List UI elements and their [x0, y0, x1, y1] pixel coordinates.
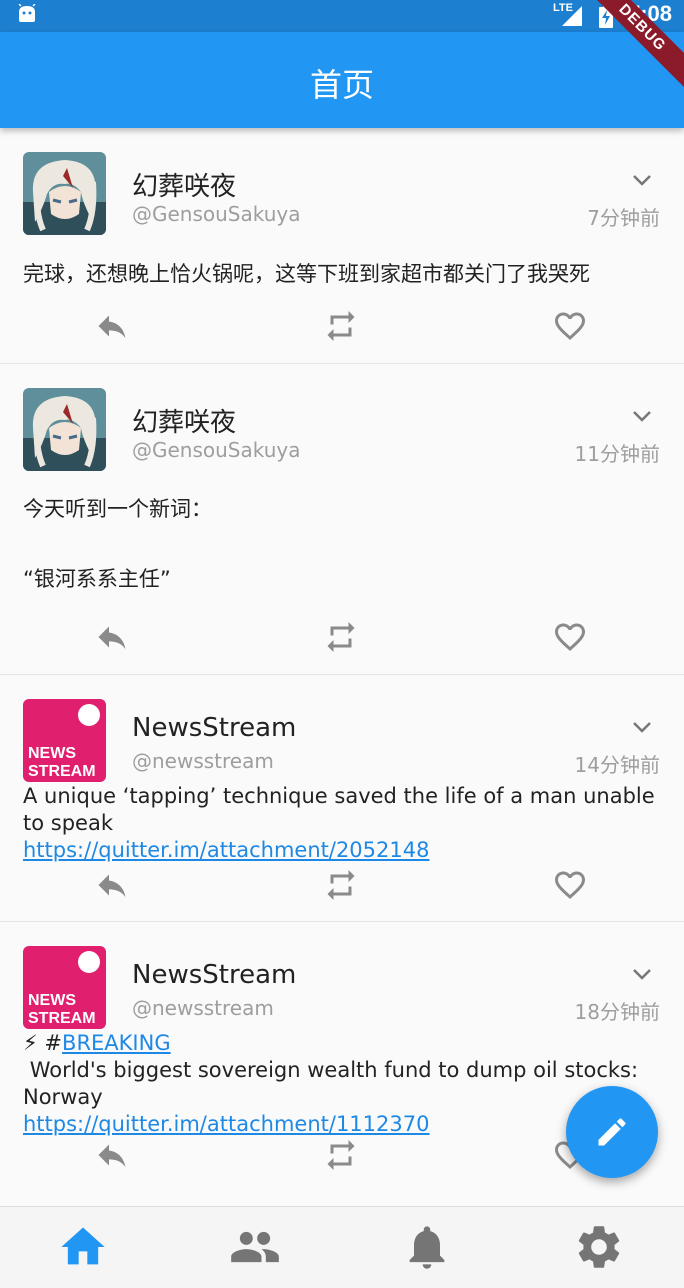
chevron-down-icon[interactable] — [630, 404, 654, 428]
anime-avatar-image — [23, 152, 106, 235]
avatar[interactable] — [23, 152, 106, 235]
retweet-icon — [327, 622, 355, 652]
nav-settings[interactable] — [573, 1221, 625, 1273]
author-name[interactable]: 幻葬咲夜 — [132, 402, 236, 439]
bottom-navigation — [0, 1206, 684, 1288]
author-handle: @GensouSakuya — [132, 202, 301, 226]
people-icon — [231, 1231, 279, 1263]
timeline-feed[interactable]: 幻葬咲夜 @GensouSakuya 7分钟前 完球，还想晚上恰火锅呢，这等下班… — [0, 128, 684, 1206]
author-name[interactable]: NewsStream — [132, 960, 296, 990]
reply-button[interactable] — [94, 308, 130, 344]
android-notification-icon — [18, 4, 36, 22]
favorite-icon — [555, 312, 585, 341]
anime-avatar-image — [23, 388, 106, 471]
retweet-button[interactable] — [323, 619, 359, 655]
retweet-icon — [327, 1140, 355, 1170]
avatar[interactable] — [23, 388, 106, 471]
attachment-link[interactable]: https://quitter.im/attachment/1112370 — [23, 1112, 429, 1136]
reply-icon — [98, 315, 126, 338]
retweet-button[interactable] — [323, 1137, 359, 1173]
post-content: ⚡ #BREAKING World's biggest sovereign we… — [23, 1030, 660, 1138]
favorite-button[interactable] — [552, 619, 588, 655]
status-bar: LTE 7:08 — [0, 0, 684, 32]
reply-button[interactable] — [94, 619, 130, 655]
post-card[interactable]: 幻葬咲夜 @GensouSakuya 11分钟前 今天听到一个新词： “银河系系… — [0, 364, 684, 675]
chevron-down-icon[interactable] — [630, 168, 654, 192]
chevron-down-icon[interactable] — [630, 962, 654, 986]
reply-button[interactable] — [94, 867, 130, 903]
author-handle: @newsstream — [132, 996, 274, 1020]
compose-button[interactable] — [566, 1086, 658, 1178]
signal-icon — [562, 6, 582, 26]
notifications-icon — [409, 1226, 445, 1269]
reply-icon — [98, 874, 126, 897]
attachment-link[interactable]: https://quitter.im/attachment/2052148 — [23, 838, 429, 862]
post-text: A unique ‘tapping’ technique saved the l… — [23, 784, 662, 835]
post-time: 14分钟前 — [574, 753, 660, 777]
page-title: 首页 — [309, 66, 374, 104]
hashtag-link[interactable]: BREAKING — [62, 1031, 171, 1055]
chevron-down-icon[interactable] — [630, 715, 654, 739]
favorite-button[interactable] — [552, 867, 588, 903]
retweet-button[interactable] — [323, 867, 359, 903]
nav-home[interactable] — [57, 1221, 109, 1273]
post-content: 今天听到一个新词： “银河系系主任” — [23, 497, 212, 591]
edit-icon — [598, 1118, 626, 1146]
logo-text-stream: STREAM — [28, 1010, 96, 1027]
post-time: 11分钟前 — [574, 442, 660, 466]
avatar[interactable]: NEWS STREAM — [23, 699, 106, 782]
post-time: 18分钟前 — [574, 1000, 660, 1024]
favorite-icon — [555, 623, 585, 652]
favorite-button[interactable] — [552, 308, 588, 344]
nav-contacts[interactable] — [229, 1221, 281, 1273]
logo-text-news: NEWS — [28, 745, 76, 762]
post-content: 完球，还想晚上恰火锅呢，这等下班到家超市都关门了我哭死 — [23, 262, 590, 286]
app-bar: 首页 — [0, 32, 684, 128]
post-content: A unique ‘tapping’ technique saved the l… — [23, 783, 660, 864]
nav-notifications[interactable] — [401, 1221, 453, 1273]
post-time: 7分钟前 — [587, 206, 660, 230]
author-name[interactable]: 幻葬咲夜 — [132, 166, 236, 203]
hashtag-prefix: ⚡ # — [23, 1031, 63, 1055]
avatar[interactable]: NEWS STREAM — [23, 946, 106, 1029]
retweet-icon — [327, 311, 355, 341]
author-name[interactable]: NewsStream — [132, 713, 296, 743]
screen: LTE 7:08 首页 DEBUG 幻葬咲夜 @GensouSakuya 7分钟… — [0, 0, 684, 1288]
author-handle: @GensouSakuya — [132, 438, 301, 462]
reply-icon — [98, 626, 126, 649]
newsstream-logo: NEWS STREAM — [23, 946, 106, 1029]
logo-text-news: NEWS — [28, 992, 76, 1009]
home-icon — [61, 1227, 105, 1265]
reply-button[interactable] — [94, 1137, 130, 1173]
post-card[interactable]: 幻葬咲夜 @GensouSakuya 7分钟前 完球，还想晚上恰火锅呢，这等下班… — [0, 128, 684, 364]
settings-icon — [578, 1226, 620, 1268]
post-text: World's biggest sovereign wealth fund to… — [23, 1058, 645, 1109]
retweet-icon — [327, 870, 355, 900]
favorite-icon — [555, 871, 585, 900]
post-card[interactable]: NEWS STREAM NewsStream @newsstream 14分钟前… — [0, 675, 684, 922]
author-handle: @newsstream — [132, 749, 274, 773]
retweet-button[interactable] — [323, 308, 359, 344]
reply-icon — [98, 1144, 126, 1167]
logo-text-stream: STREAM — [28, 763, 96, 780]
newsstream-logo: NEWS STREAM — [23, 699, 106, 782]
